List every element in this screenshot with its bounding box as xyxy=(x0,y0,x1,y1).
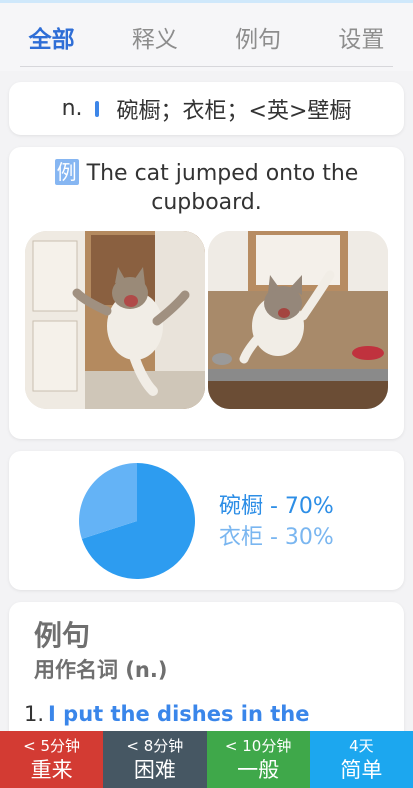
sentence-text: I put the dishes in the xyxy=(48,702,310,726)
tab-all[interactable]: 全部 xyxy=(0,20,103,54)
good-button[interactable]: < 10分钟 一般 xyxy=(206,731,310,788)
legend-item-1: 碗橱 - 70% xyxy=(219,494,334,519)
again-label: 重来 xyxy=(30,758,73,782)
tab-examples[interactable]: 例句 xyxy=(207,20,310,54)
pie-legend: 碗橱 - 70% 衣柜 - 30% xyxy=(219,491,334,553)
definition-text: 碗橱；衣柜；<英>壁橱 xyxy=(116,98,352,124)
again-interval: < 5分钟 xyxy=(23,737,81,755)
example-sentence-block: 例 The cat jumped onto the cupboard. xyxy=(29,159,384,217)
definition-marker xyxy=(94,100,99,117)
tab-settings[interactable]: 设置 xyxy=(310,20,413,54)
tab-divider xyxy=(20,66,393,67)
hard-interval: < 8分钟 xyxy=(126,737,184,755)
hard-label: 困难 xyxy=(133,758,176,782)
part-of-speech: n. xyxy=(61,96,83,121)
legend-item-2: 衣柜 - 30% xyxy=(219,525,334,550)
good-label: 一般 xyxy=(237,758,280,782)
example-badge: 例 xyxy=(54,159,79,185)
example-card: 例 The cat jumped onto the cupboard. xyxy=(9,147,404,439)
easy-label: 简单 xyxy=(340,758,383,782)
review-button-bar: < 5分钟 重来 < 8分钟 困难 < 10分钟 一般 4天 简单 xyxy=(0,731,413,788)
tab-definition[interactable]: 释义 xyxy=(103,20,206,54)
hard-button[interactable]: < 8分钟 困难 xyxy=(103,731,207,788)
again-button[interactable]: < 5分钟 重来 xyxy=(0,731,104,788)
sentences-title: 例句 xyxy=(34,619,91,652)
sentences-subtitle: 用作名词 (n.) xyxy=(34,658,168,682)
definition-card: n. 碗橱；衣柜；<英>壁橱 xyxy=(9,82,404,135)
easy-button[interactable]: 4天 简单 xyxy=(309,731,413,788)
cat-photo-left xyxy=(25,231,205,409)
good-interval: < 10分钟 xyxy=(224,737,292,755)
meaning-pie-chart xyxy=(78,463,195,579)
sentence-item[interactable]: 1. I put the dishes in the xyxy=(24,702,309,726)
easy-interval: 4天 xyxy=(349,737,374,755)
sentence-number: 1. xyxy=(24,702,45,726)
example-sentence: The cat jumped onto the cupboard. xyxy=(86,161,359,215)
cat-photo-right xyxy=(208,231,388,409)
meaning-distribution-card: 碗橱 - 70% 衣柜 - 30% xyxy=(9,451,404,590)
tab-bar: 全部 释义 例句 设置 xyxy=(0,3,413,71)
